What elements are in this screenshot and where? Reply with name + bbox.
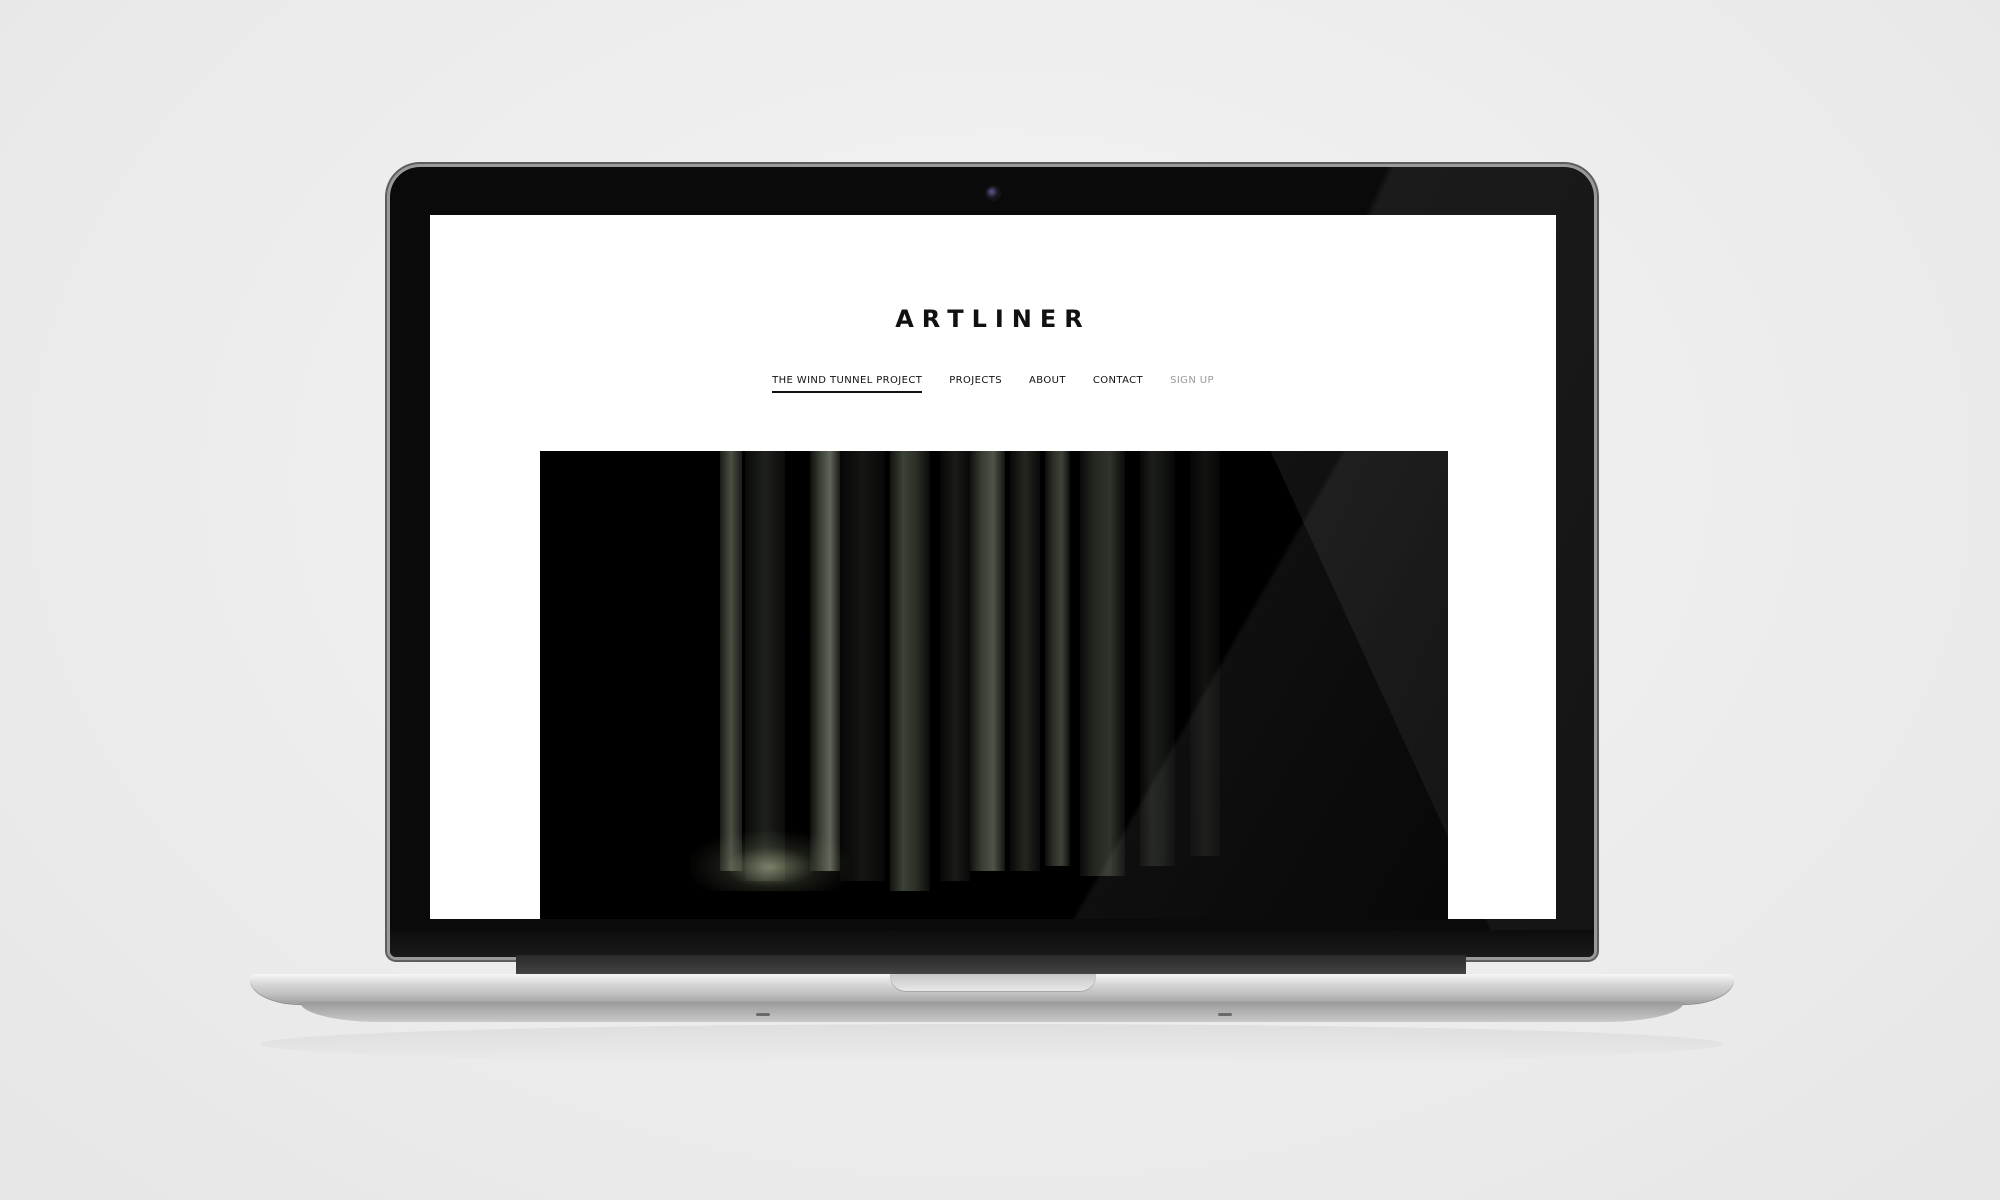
thumb-notch — [890, 974, 1096, 992]
pillar — [745, 451, 785, 881]
bezel-bottom — [390, 930, 1594, 957]
laptop-foot — [756, 1013, 770, 1016]
hero-image-pillars — [540, 451, 1448, 919]
main-nav: THE WIND TUNNEL PROJECT PROJECTS ABOUT C… — [430, 375, 1556, 393]
nav-sign-up[interactable]: SIGN UP — [1170, 375, 1214, 393]
pillar — [840, 451, 885, 881]
pillar — [1140, 451, 1175, 866]
laptop-foot — [1218, 1013, 1232, 1016]
pillar — [1190, 451, 1220, 856]
pillar — [1045, 451, 1070, 866]
pillar — [940, 451, 970, 881]
pillar — [890, 451, 930, 891]
pillar — [970, 451, 1005, 871]
nav-wind-tunnel-project[interactable]: THE WIND TUNNEL PROJECT — [772, 375, 923, 393]
surface-reflection — [260, 1024, 1724, 1064]
site-logo[interactable]: ARTLINER — [430, 305, 1556, 333]
laptop-mockup: ARTLINER THE WIND TUNNEL PROJECT PROJECT… — [0, 0, 2000, 1200]
laptop-base-underside — [300, 1002, 1684, 1022]
pillar — [810, 451, 840, 871]
pillar — [1080, 451, 1125, 876]
hinge — [516, 955, 1466, 975]
nav-projects[interactable]: PROJECTS — [949, 375, 1002, 393]
floor-light — [690, 831, 850, 891]
pillar — [720, 451, 742, 871]
website-screen: ARTLINER THE WIND TUNNEL PROJECT PROJECT… — [430, 215, 1556, 919]
pillar — [1010, 451, 1040, 871]
nav-about[interactable]: ABOUT — [1029, 375, 1066, 393]
webcam-icon — [987, 187, 999, 199]
nav-contact[interactable]: CONTACT — [1093, 375, 1143, 393]
